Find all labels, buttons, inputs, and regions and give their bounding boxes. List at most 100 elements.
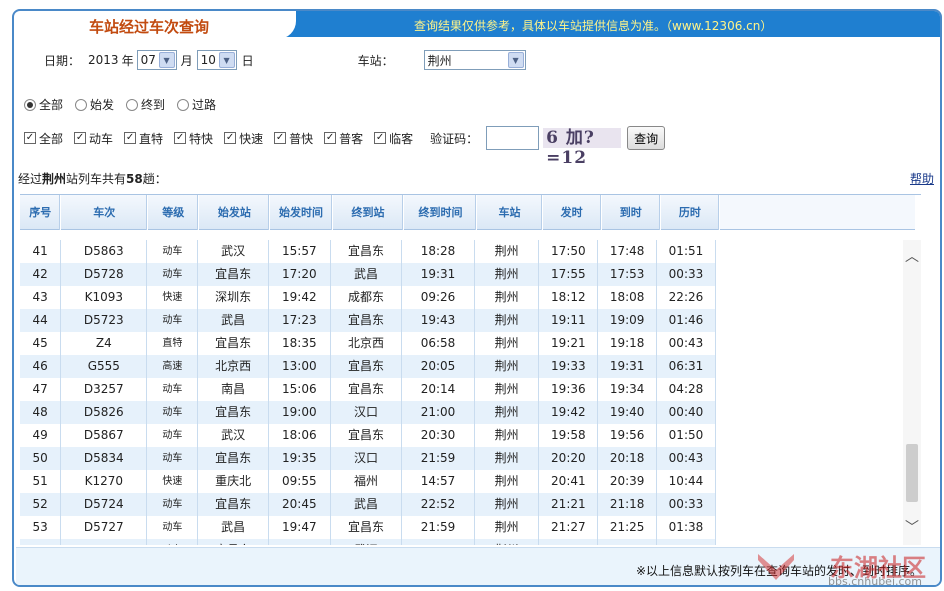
cell-terminal: 宜昌东 xyxy=(331,355,403,378)
chevron-down-icon[interactable]: ▼ xyxy=(507,52,524,68)
summary-count: 58 xyxy=(126,172,143,186)
cell-origin: 宜昌东 xyxy=(198,447,269,470)
cell-depart-time: 18:06 xyxy=(269,424,331,447)
table-row[interactable]: 54D5884动车宜昌东20:50武汉23:11荆州21:3321:3100:4… xyxy=(20,539,902,545)
cell-origin: 武昌 xyxy=(198,516,269,539)
table-header: 序号 车次 等级 始发站 始发时间 终到站 终到时间 车站 发时 到时 历时 xyxy=(20,195,720,230)
cell-origin: 武汉 xyxy=(198,424,269,447)
checkmark-icon[interactable]: ✓ xyxy=(324,132,337,144)
cell-arrive-time: 19:31 xyxy=(402,263,475,286)
chevron-down-icon[interactable]: ▼ xyxy=(218,52,235,68)
radio-origin[interactable]: 始发 xyxy=(75,96,114,113)
table-row[interactable]: 45 Z4 直特 宜昌东 18:35 北京西 06:58 荆州 19:21 19:18 00:43 xyxy=(20,332,902,355)
radio-terminal[interactable]: 终到 xyxy=(126,96,165,113)
checkbox-emu[interactable]: ✓ 动车 xyxy=(74,130,113,147)
cell-arrive-time: 23:11 xyxy=(402,539,475,545)
cell-terminal: 北京西 xyxy=(331,332,403,355)
column-header-train-no[interactable]: 车次 xyxy=(61,195,149,230)
month-select[interactable]: 07 ▼ xyxy=(136,50,177,70)
captcha-image[interactable]: 6 加? =12 xyxy=(543,128,622,168)
cell-depart-time: 19:47 xyxy=(269,516,331,539)
station-select[interactable]: 荆州 ▼ xyxy=(423,50,526,70)
checkbox-label: 快速 xyxy=(239,131,264,146)
checkbox-all[interactable]: ✓ 全部 xyxy=(24,130,63,147)
scrollbar-thumb[interactable] xyxy=(906,444,918,502)
query-button[interactable]: 查询 xyxy=(627,126,666,150)
column-header-terminal[interactable]: 终到站 xyxy=(333,195,405,230)
cell-train-no: G555 xyxy=(61,355,148,378)
cell-terminal: 福州 xyxy=(331,470,403,493)
cell-duration: 06:31 xyxy=(657,355,716,378)
cell-arrive: 18:08 xyxy=(598,286,658,309)
table-row[interactable]: 50 D5834 动车 宜昌东 19:35 汉口 21:59 荆州 20:20 20:18 00:4… xyxy=(20,447,902,470)
cell-train-no: D5728 xyxy=(61,263,148,286)
table-row[interactable]: 51 K1270 快速 重庆北 09:55 福州 14:57 荆州 20:41 20:39 10:4… xyxy=(20,470,902,493)
row-filler xyxy=(715,263,902,286)
column-header-station[interactable]: 车站 xyxy=(477,195,543,230)
column-header-leave[interactable]: 发时 xyxy=(543,195,602,230)
cell-origin: 武汉 xyxy=(198,240,269,263)
table-header-filler xyxy=(720,195,915,230)
table-row[interactable]: 42 D5728 动车 宜昌东 17:20 武昌 19:31 荆州 17:55 17:53 00:3… xyxy=(20,263,902,286)
chevron-up-icon[interactable]: ︿ xyxy=(903,248,921,266)
radio-button-icon[interactable] xyxy=(126,98,139,111)
radio-passing[interactable]: 过路 xyxy=(177,96,216,113)
radio-button-icon[interactable] xyxy=(75,98,88,111)
table-row[interactable]: 52 D5724 动车 宜昌东 20:45 武昌 22:52 荆州 21:21 21:18 00:3… xyxy=(20,493,902,516)
column-header-arrive[interactable]: 到时 xyxy=(602,195,661,230)
cell-train-no: D3257 xyxy=(61,378,148,401)
radio-button-icon[interactable] xyxy=(24,98,36,111)
checkmark-icon[interactable]: ✓ xyxy=(374,132,387,144)
train-type-filter: ✓ 全部 ✓ 动车 ✓ 直特 ✓ 特快 ✓ 快速 ✓ 普快 ✓ 普客 ✓ 临客 验证码： 6 加… xyxy=(24,126,666,168)
checkbox-express[interactable]: ✓ 特快 xyxy=(174,130,213,147)
cell-arrive: 17:48 xyxy=(598,240,658,263)
checkmark-icon[interactable]: ✓ xyxy=(124,132,137,144)
date-station-row: 日期： 2013 年 07 ▼ 月 10 ▼ 日 车站： 荆州 ▼ xyxy=(44,49,526,71)
column-header-arrive-time[interactable]: 终到时间 xyxy=(404,195,478,230)
cell-station: 荆州 xyxy=(475,424,540,447)
chevron-down-icon[interactable]: ﹀ xyxy=(903,519,921,537)
checkmark-icon[interactable]: ✓ xyxy=(274,132,287,144)
chevron-down-icon[interactable]: ▼ xyxy=(158,52,175,68)
cell-seq: 46 xyxy=(20,355,62,378)
radio-button-icon[interactable] xyxy=(177,98,190,111)
help-link[interactable]: 帮助 xyxy=(910,170,934,187)
checkbox-label: 动车 xyxy=(89,131,114,146)
table-row[interactable]: 46 G555 高速 北京西 13:00 宜昌东 20:05 荆州 19:33 19:31 06:3… xyxy=(20,355,902,378)
radio-all[interactable]: 全部 xyxy=(24,96,63,113)
table-row[interactable]: 53 D5727 动车 武昌 19:47 宜昌东 21:59 荆州 21:27 21:25 01:3… xyxy=(20,516,902,539)
column-header-depart-time[interactable]: 始发时间 xyxy=(270,195,333,230)
scope-radio-group: 全部 始发 终到 过路 xyxy=(24,96,228,113)
table-row[interactable]: 43 K1093 快速 深圳东 19:42 成都东 09:26 荆州 18:12 18:08 22:… xyxy=(20,286,902,309)
checkbox-direct-express[interactable]: ✓ 直特 xyxy=(124,130,163,147)
checkmark-icon[interactable]: ✓ xyxy=(24,132,36,144)
cell-leave: 19:21 xyxy=(539,332,599,355)
column-header-seq[interactable]: 序号 xyxy=(20,195,62,230)
table-row[interactable]: 49 D5867 动车 武汉 18:06 宜昌东 20:30 荆州 19:58 19:56 01:5… xyxy=(20,424,902,447)
checkbox-temporary[interactable]: ✓ 临客 xyxy=(374,130,413,147)
cell-seq: 41 xyxy=(20,240,62,263)
captcha-input[interactable] xyxy=(486,126,540,150)
year-unit: 年 xyxy=(121,53,134,68)
table-row[interactable]: 47 D3257 动车 南昌 15:06 宜昌东 20:14 荆州 19:36 19:34 04:2… xyxy=(20,378,902,401)
checkmark-icon[interactable]: ✓ xyxy=(174,132,187,144)
cell-leave: 19:42 xyxy=(539,401,599,424)
cell-terminal: 武昌 xyxy=(331,493,403,516)
column-header-grade[interactable]: 等级 xyxy=(148,195,200,230)
day-select[interactable]: 10 ▼ xyxy=(196,50,237,70)
column-header-duration[interactable]: 历时 xyxy=(661,195,720,230)
table-row[interactable]: 48 D5826 动车 宜昌东 19:00 汉口 21:00 荆州 19:42 19:40 00:4… xyxy=(20,401,902,424)
checkbox-fast[interactable]: ✓ 快速 xyxy=(224,130,263,147)
table-row[interactable]: 44 D5723 动车 武昌 17:23 宜昌东 19:43 荆州 19:11 19:09 01:4… xyxy=(20,309,902,332)
cell-station: 荆州 xyxy=(475,470,540,493)
vertical-scrollbar[interactable]: ︿ ﹀ xyxy=(903,240,921,545)
checkbox-ordinary-fast[interactable]: ✓ 普快 xyxy=(274,130,313,147)
checkmark-icon[interactable]: ✓ xyxy=(74,132,87,144)
checkmark-icon[interactable]: ✓ xyxy=(224,132,237,144)
table-row[interactable]: 41 D5863 动车 武汉 15:57 宜昌东 18:28 荆州 17:50 17:48 01:5… xyxy=(20,240,902,263)
cell-depart-time: 19:35 xyxy=(269,447,331,470)
cell-depart-time: 18:35 xyxy=(269,332,331,355)
cell-duration: 00:40 xyxy=(657,401,716,424)
column-header-origin[interactable]: 始发站 xyxy=(199,195,271,230)
checkbox-ordinary[interactable]: ✓ 普客 xyxy=(324,130,363,147)
